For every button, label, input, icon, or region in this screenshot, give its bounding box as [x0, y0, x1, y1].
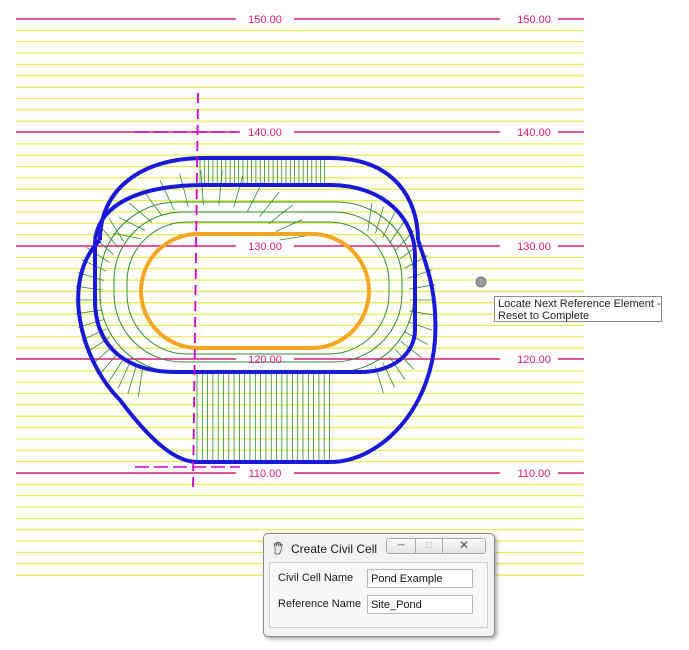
contour-label: 150.00: [517, 14, 551, 26]
contour-label: 150.00: [248, 14, 282, 26]
contour-label: 130.00: [248, 241, 282, 253]
close-button[interactable]: ✕: [442, 538, 486, 554]
cursor-locate-dot[interactable]: [475, 276, 487, 288]
minimize-icon: ─: [397, 540, 405, 551]
contour-label: 130.00: [517, 241, 551, 253]
create-civil-cell-dialog[interactable]: Create Civil Cell ─ □ ✕ Civil Cell Name …: [263, 533, 495, 637]
dialog-titlebar[interactable]: Create Civil Cell ─ □ ✕: [264, 534, 494, 562]
contour-label: 110.00: [249, 468, 282, 480]
civil-cell-name-label: Civil Cell Name: [278, 572, 354, 584]
contour-label: 140.00: [248, 127, 282, 139]
contour-label: 140.00: [517, 127, 551, 139]
contour-label: 110.00: [518, 468, 551, 480]
locate-tooltip: Locate Next Reference Element - Reset to…: [494, 296, 662, 322]
tooltip-line-1: Locate Next Reference Element -: [498, 298, 661, 310]
civil-cell-hand-icon: [273, 541, 283, 555]
dialog-fields-panel: Civil Cell Name Reference Name: [269, 562, 488, 628]
reference-name-field[interactable]: [367, 595, 473, 614]
maximize-button[interactable]: □: [415, 538, 443, 554]
close-icon: ✕: [458, 538, 470, 552]
reference-name-label: Reference Name: [278, 598, 362, 610]
dialog-title: Create Civil Cell: [291, 542, 378, 556]
tooltip-line-2: Reset to Complete: [498, 310, 590, 322]
contour-label: 120.00: [517, 354, 551, 366]
minimize-button[interactable]: ─: [386, 538, 416, 554]
contour-label: 120.00: [248, 354, 282, 366]
civil-cell-name-field[interactable]: [367, 569, 473, 588]
maximize-icon: □: [425, 540, 433, 551]
